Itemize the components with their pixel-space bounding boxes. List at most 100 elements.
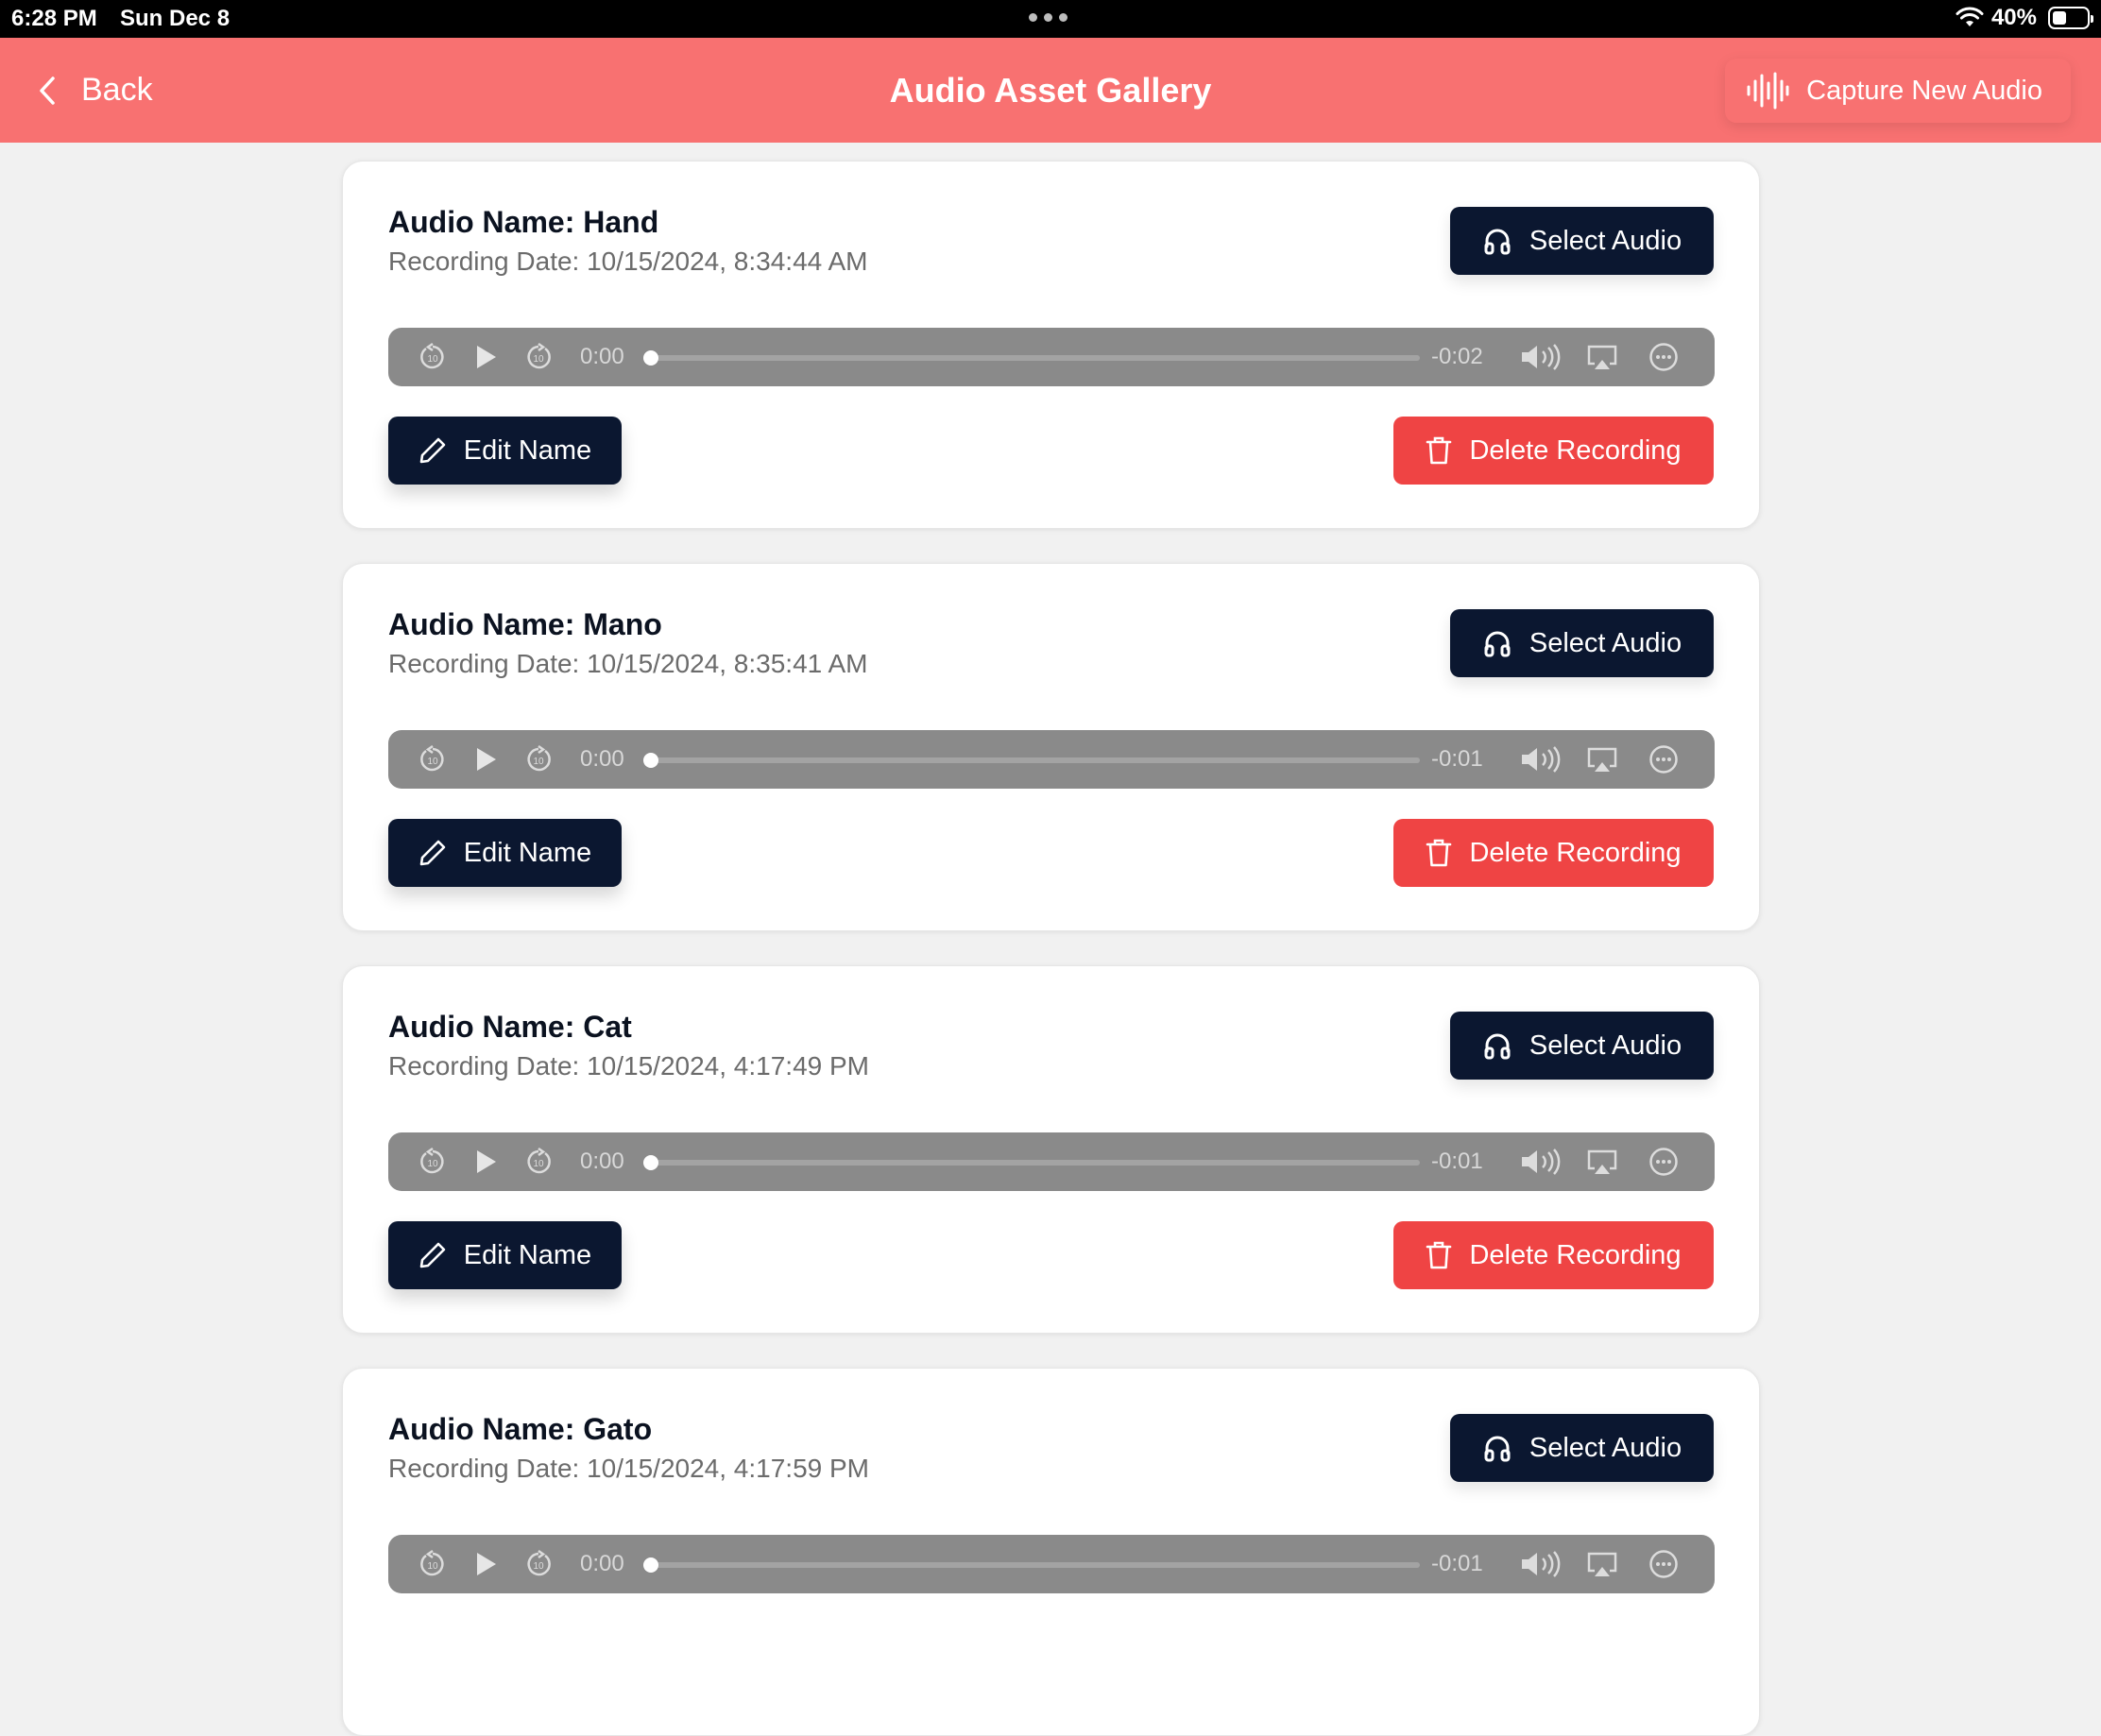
airplay-icon[interactable] [1583, 730, 1621, 789]
delete-recording-label: Delete Recording [1469, 837, 1682, 868]
delete-recording-button[interactable]: Delete Recording [1393, 417, 1714, 485]
skip-forward-10-icon[interactable]: 10 [521, 730, 556, 789]
skip-forward-10-icon[interactable]: 10 [521, 1132, 556, 1191]
back-label: Back [81, 72, 153, 108]
recording-date: Recording Date: 10/15/2024, 8:34:44 AM [388, 247, 868, 276]
remaining-time: -0:01 [1431, 746, 1483, 772]
headphones-icon [1484, 1033, 1511, 1060]
more-options-icon[interactable] [1645, 1132, 1683, 1191]
chevron-left-icon [40, 76, 55, 105]
more-options-icon[interactable] [1645, 328, 1683, 386]
edit-name-button[interactable]: Edit Name [388, 417, 622, 485]
skip-back-10-icon[interactable]: 10 [415, 328, 451, 386]
audio-name: Audio Name: Mano [388, 607, 662, 641]
status-bar: 6:28 PM Sun Dec 8 40% [0, 0, 2101, 38]
edit-name-button[interactable]: Edit Name [388, 819, 622, 887]
svg-text:10: 10 [427, 757, 438, 767]
back-button[interactable]: Back [38, 38, 153, 143]
elapsed-time: 0:00 [580, 746, 624, 772]
recording-card: Audio Name: Gato Recording Date: 10/15/2… [342, 1368, 1760, 1736]
select-audio-button[interactable]: Select Audio [1450, 1012, 1714, 1080]
volume-icon[interactable] [1518, 1132, 1565, 1191]
recording-date: Recording Date: 10/15/2024, 4:17:49 PM [388, 1051, 870, 1081]
elapsed-time: 0:00 [580, 1149, 624, 1174]
trash-icon [1426, 436, 1452, 465]
seek-slider[interactable] [643, 753, 1420, 768]
play-icon[interactable] [468, 730, 504, 789]
remaining-time: -0:01 [1431, 1149, 1483, 1174]
headphones-icon [1484, 631, 1511, 657]
seek-knob[interactable] [643, 1155, 658, 1170]
app-header: Back Audio Asset Gallery Capture New Aud… [0, 38, 2101, 143]
select-audio-label: Select Audio [1529, 627, 1683, 658]
volume-icon[interactable] [1518, 730, 1565, 789]
skip-back-10-icon[interactable]: 10 [415, 1132, 451, 1191]
capture-new-audio-button[interactable]: Capture New Audio [1725, 59, 2071, 123]
select-audio-button[interactable]: Select Audio [1450, 1414, 1714, 1482]
headphones-icon [1484, 229, 1511, 255]
skip-forward-10-icon[interactable]: 10 [521, 328, 556, 386]
more-options-icon[interactable] [1645, 730, 1683, 789]
battery-percent: 40% [1990, 5, 2037, 30]
capture-label: Capture New Audio [1806, 75, 2042, 106]
svg-text:10: 10 [427, 354, 438, 365]
svg-text:10: 10 [533, 1159, 544, 1169]
play-icon[interactable] [468, 1535, 504, 1593]
volume-icon[interactable] [1518, 1535, 1565, 1593]
recording-card: Audio Name: Cat Recording Date: 10/15/20… [342, 965, 1760, 1334]
edit-name-button[interactable]: Edit Name [388, 1221, 622, 1289]
audio-name: Audio Name: Cat [388, 1010, 632, 1044]
airplay-icon[interactable] [1583, 328, 1621, 386]
svg-text:10: 10 [427, 1561, 438, 1572]
status-indicators: 40% [1956, 5, 2093, 31]
play-icon[interactable] [468, 1132, 504, 1191]
select-audio-label: Select Audio [1529, 225, 1683, 256]
audio-player: 10 10 0:00 -0:01 [388, 730, 1715, 789]
recording-date: Recording Date: 10/15/2024, 4:17:59 PM [388, 1454, 870, 1483]
skip-forward-10-icon[interactable]: 10 [521, 1535, 556, 1593]
skip-back-10-icon[interactable]: 10 [415, 730, 451, 789]
pencil-icon [419, 840, 446, 866]
audio-waveform-icon [1747, 72, 1789, 110]
trash-icon [1426, 839, 1452, 867]
select-audio-label: Select Audio [1529, 1030, 1683, 1061]
audio-name: Audio Name: Hand [388, 205, 659, 239]
more-options-icon[interactable] [1645, 1535, 1683, 1593]
multitasking-dots-icon[interactable] [1029, 13, 1068, 22]
edit-name-label: Edit Name [463, 434, 592, 466]
seek-knob[interactable] [643, 350, 658, 366]
elapsed-time: 0:00 [580, 344, 624, 369]
wifi-icon [1956, 7, 1984, 26]
headphones-icon [1484, 1436, 1511, 1462]
select-audio-label: Select Audio [1529, 1432, 1683, 1463]
seek-slider[interactable] [643, 350, 1420, 366]
play-icon[interactable] [468, 328, 504, 386]
delete-recording-label: Delete Recording [1469, 434, 1682, 466]
pencil-icon [419, 437, 446, 464]
airplay-icon[interactable] [1583, 1132, 1621, 1191]
svg-text:10: 10 [533, 757, 544, 767]
select-audio-button[interactable]: Select Audio [1450, 207, 1714, 275]
remaining-time: -0:02 [1431, 344, 1483, 369]
edit-name-label: Edit Name [463, 837, 592, 868]
recording-card: Audio Name: Hand Recording Date: 10/15/2… [342, 161, 1760, 529]
audio-player: 10 10 0:00 -0:01 [388, 1535, 1715, 1593]
recording-date: Recording Date: 10/15/2024, 8:35:41 AM [388, 649, 868, 678]
volume-icon[interactable] [1518, 328, 1565, 386]
seek-knob[interactable] [643, 1557, 658, 1573]
edit-name-label: Edit Name [463, 1239, 592, 1270]
seek-slider[interactable] [643, 1155, 1420, 1170]
svg-text:10: 10 [427, 1159, 438, 1169]
status-time: 6:28 PM [11, 6, 97, 31]
delete-recording-button[interactable]: Delete Recording [1393, 819, 1714, 887]
svg-text:10: 10 [533, 354, 544, 365]
trash-icon [1426, 1241, 1452, 1269]
seek-knob[interactable] [643, 753, 658, 768]
delete-recording-button[interactable]: Delete Recording [1393, 1221, 1714, 1289]
airplay-icon[interactable] [1583, 1535, 1621, 1593]
select-audio-button[interactable]: Select Audio [1450, 609, 1714, 677]
battery-icon [2048, 7, 2093, 29]
audio-player: 10 10 0:00 -0:01 [388, 1132, 1715, 1191]
skip-back-10-icon[interactable]: 10 [415, 1535, 451, 1593]
seek-slider[interactable] [643, 1557, 1420, 1573]
